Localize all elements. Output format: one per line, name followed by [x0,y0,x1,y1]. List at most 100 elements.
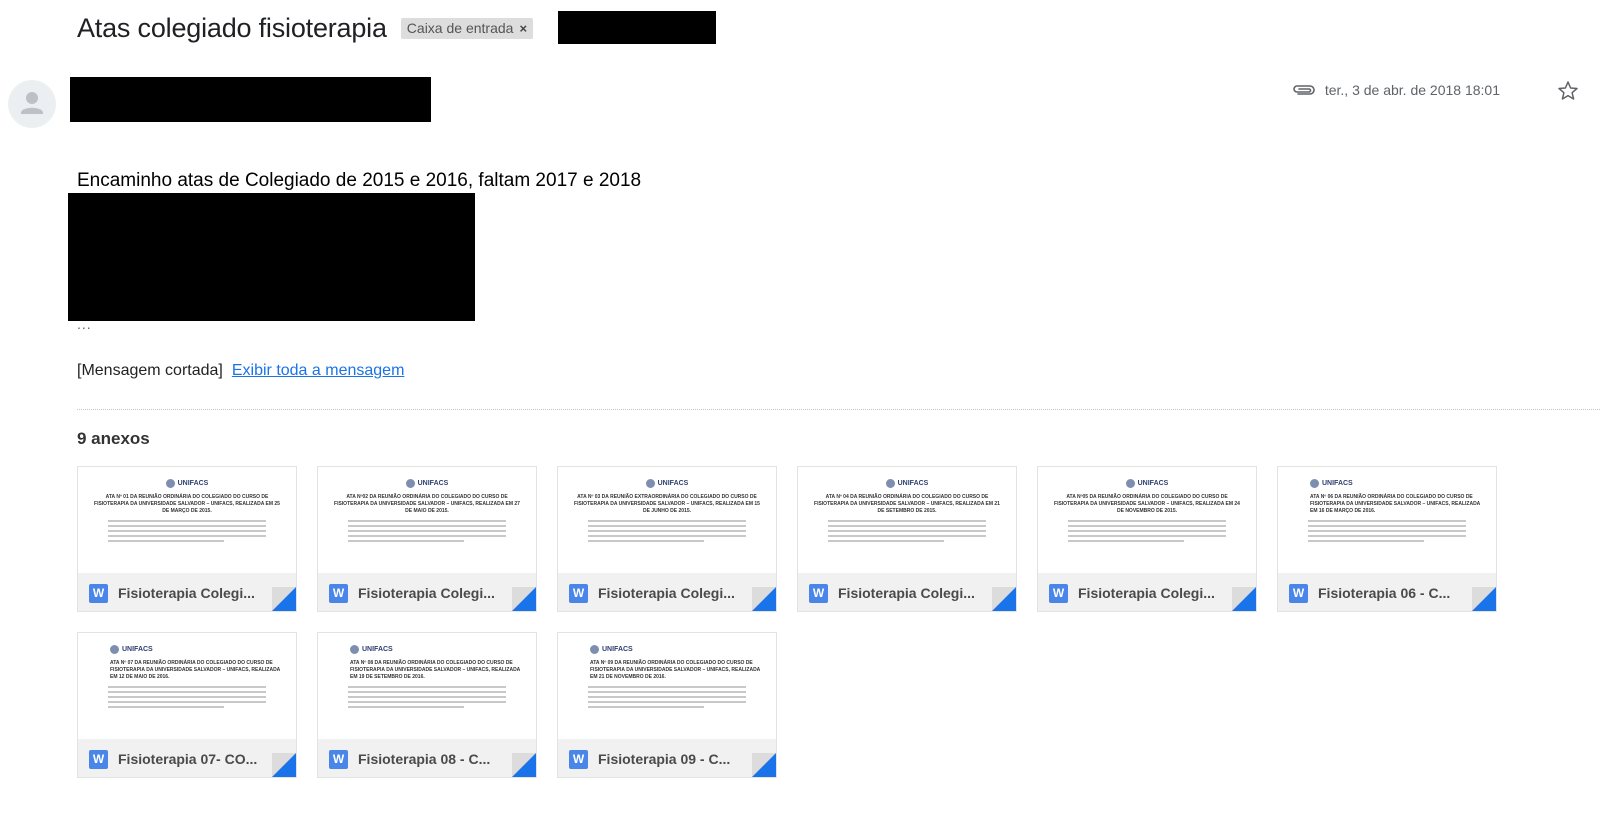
logo-mark-icon [165,478,175,488]
page-fold-icon [272,587,296,611]
redacted-block [558,11,716,44]
document-text-line [588,696,746,698]
page-fold-icon [512,753,536,777]
document-text-line [108,540,224,542]
page-fold-icon [752,753,776,777]
attachment-preview: UNIFACS ATA Nº05 DA REUNIÃO ORDINÁRIA DO … [1038,467,1256,573]
document-text-line [1068,540,1184,542]
document-text-line [348,686,506,688]
attachment-filename: Fisioterapia 07- CO... [118,751,258,767]
logo-mark-icon [1125,478,1135,488]
word-doc-icon: W [569,749,588,769]
attachment-footer: W Fisioterapia Colegi... [78,573,296,611]
document-title: ATA Nº 06 DA REUNIÃO ORDINÁRIA DO COLEGI… [1310,494,1481,514]
word-doc-icon: W [1049,583,1068,603]
star-icon[interactable] [1556,79,1580,103]
attachments-divider [77,409,1600,410]
document-title: ATA Nº 04 DA REUNIÃO ORDINÁRIA DO COLEGI… [814,494,1000,514]
attachment-footer: W Fisioterapia Colegi... [318,573,536,611]
attachment-card[interactable]: UNIFACS ATA Nº 08 DA REUNIÃO ORDINÁRIA DO… [317,632,537,778]
document-title: ATA Nº02 DA REUNIÃO ORDINÁRIA DO COLEGIA… [334,494,520,514]
unifacs-logo: UNIFACS [330,643,524,655]
attachment-card[interactable]: UNIFACS ATA Nº 07 DA REUNIÃO ORDINÁRIA DO… [77,632,297,778]
document-text-line [828,530,986,532]
logo-mark-icon [110,644,119,654]
attachment-card[interactable]: UNIFACS ATA Nº 01 DA REUNIÃO ORDINÁRIA DO… [77,466,297,612]
document-text-line [1068,520,1226,522]
sender-avatar[interactable] [8,80,56,128]
attachment-footer: W Fisioterapia 07- CO... [78,739,296,777]
page-fold-icon [512,587,536,611]
logo-text: UNIFACS [602,645,633,653]
attachment-footer: W Fisioterapia Colegi... [1038,573,1256,611]
page-fold-icon [1232,587,1256,611]
document-text-line [1308,520,1466,522]
attachment-filename: Fisioterapia Colegi... [598,585,735,601]
document-text-line [1068,530,1226,532]
document-text-line [1308,535,1466,537]
logo-mark-icon [645,478,655,488]
attachment-card[interactable]: UNIFACS ATA Nº05 DA REUNIÃO ORDINÁRIA DO … [1037,466,1257,612]
attachment-filename: Fisioterapia Colegi... [838,585,975,601]
logo-text: UNIFACS [657,479,689,487]
attachment-card[interactable]: UNIFACS ATA Nº 09 DA REUNIÃO ORDINÁRIA DO… [557,632,777,778]
document-text-line [588,686,746,688]
document-text-line [588,691,746,693]
document-text-line [108,701,266,703]
remove-label-button[interactable]: × [519,21,527,36]
document-text-line [588,525,746,527]
word-doc-icon: W [1289,583,1308,603]
logo-text: UNIFACS [417,479,449,487]
message-date: ter., 3 de abr. de 2018 18:01 [1324,82,1500,98]
word-doc-icon: W [89,749,108,769]
unifacs-logo: UNIFACS [90,643,284,655]
unifacs-logo: UNIFACS [1290,477,1484,489]
document-text-line [1308,530,1466,532]
attachment-footer: W Fisioterapia 08 - C... [318,739,536,777]
attachment-preview: UNIFACS ATA Nº 09 DA REUNIÃO ORDINÁRIA DO… [558,633,776,739]
document-title: ATA Nº 01 DA REUNIÃO ORDINÁRIA DO COLEGI… [94,494,280,514]
page-fold-icon [752,587,776,611]
attachment-filename: Fisioterapia Colegi... [358,585,495,601]
document-title: ATA Nº 07 DA REUNIÃO ORDINÁRIA DO COLEGI… [110,660,281,680]
email-subject: Atas colegiado fisioterapia [77,12,387,43]
unifacs-logo: UNIFACS [570,477,764,489]
attachment-card[interactable]: UNIFACS ATA Nº02 DA REUNIÃO ORDINÁRIA DO … [317,466,537,612]
document-text-line [348,706,464,708]
word-doc-icon: W [329,749,348,769]
document-text-line [348,525,506,527]
document-title: ATA Nº05 DA REUNIÃO ORDINÁRIA DO COLEGIA… [1054,494,1240,514]
attachment-card[interactable]: UNIFACS ATA Nº 04 DA REUNIÃO ORDINÁRIA DO… [797,466,1017,612]
document-text-line [828,520,986,522]
document-text-line [828,525,986,527]
word-doc-icon: W [809,583,828,603]
label-chip-inbox[interactable]: Caixa de entrada × [400,17,534,39]
attachment-footer: W Fisioterapia Colegi... [798,573,1016,611]
logo-mark-icon [405,478,415,488]
document-text-line [588,701,746,703]
document-text-line [108,686,266,688]
logo-text: UNIFACS [177,479,209,487]
page-fold-icon [1472,587,1496,611]
view-full-message-link[interactable]: Exibir toda a mensagem [232,362,405,380]
attachment-filename: Fisioterapia Colegi... [118,585,255,601]
document-text-line [1068,525,1226,527]
attachment-footer: W Fisioterapia 06 - C... [1278,573,1496,611]
unifacs-logo: UNIFACS [810,477,1004,489]
attachment-card[interactable]: UNIFACS ATA Nº 06 DA REUNIÃO ORDINÁRIA DO… [1277,466,1497,612]
attachment-preview: UNIFACS ATA Nº 04 DA REUNIÃO ORDINÁRIA DO… [798,467,1016,573]
word-doc-icon: W [569,583,588,603]
document-text-line [108,520,266,522]
document-text-line [1308,540,1424,542]
document-text-line [588,535,746,537]
document-text-line [348,540,464,542]
attachment-card[interactable]: UNIFACS ATA Nº 03 DA REUNIÃO EXTRAORDINÁR… [557,466,777,612]
document-text-line [108,696,266,698]
logo-mark-icon [1310,478,1319,488]
document-text-line [108,530,266,532]
attachment-preview: UNIFACS ATA Nº 06 DA REUNIÃO ORDINÁRIA DO… [1278,467,1496,573]
clipped-message-notice: [Mensagem cortada] Exibir toda a mensage… [77,362,404,380]
logo-mark-icon [350,644,359,654]
document-text-line [828,535,986,537]
show-trimmed-content-button[interactable]: ... [77,316,92,332]
